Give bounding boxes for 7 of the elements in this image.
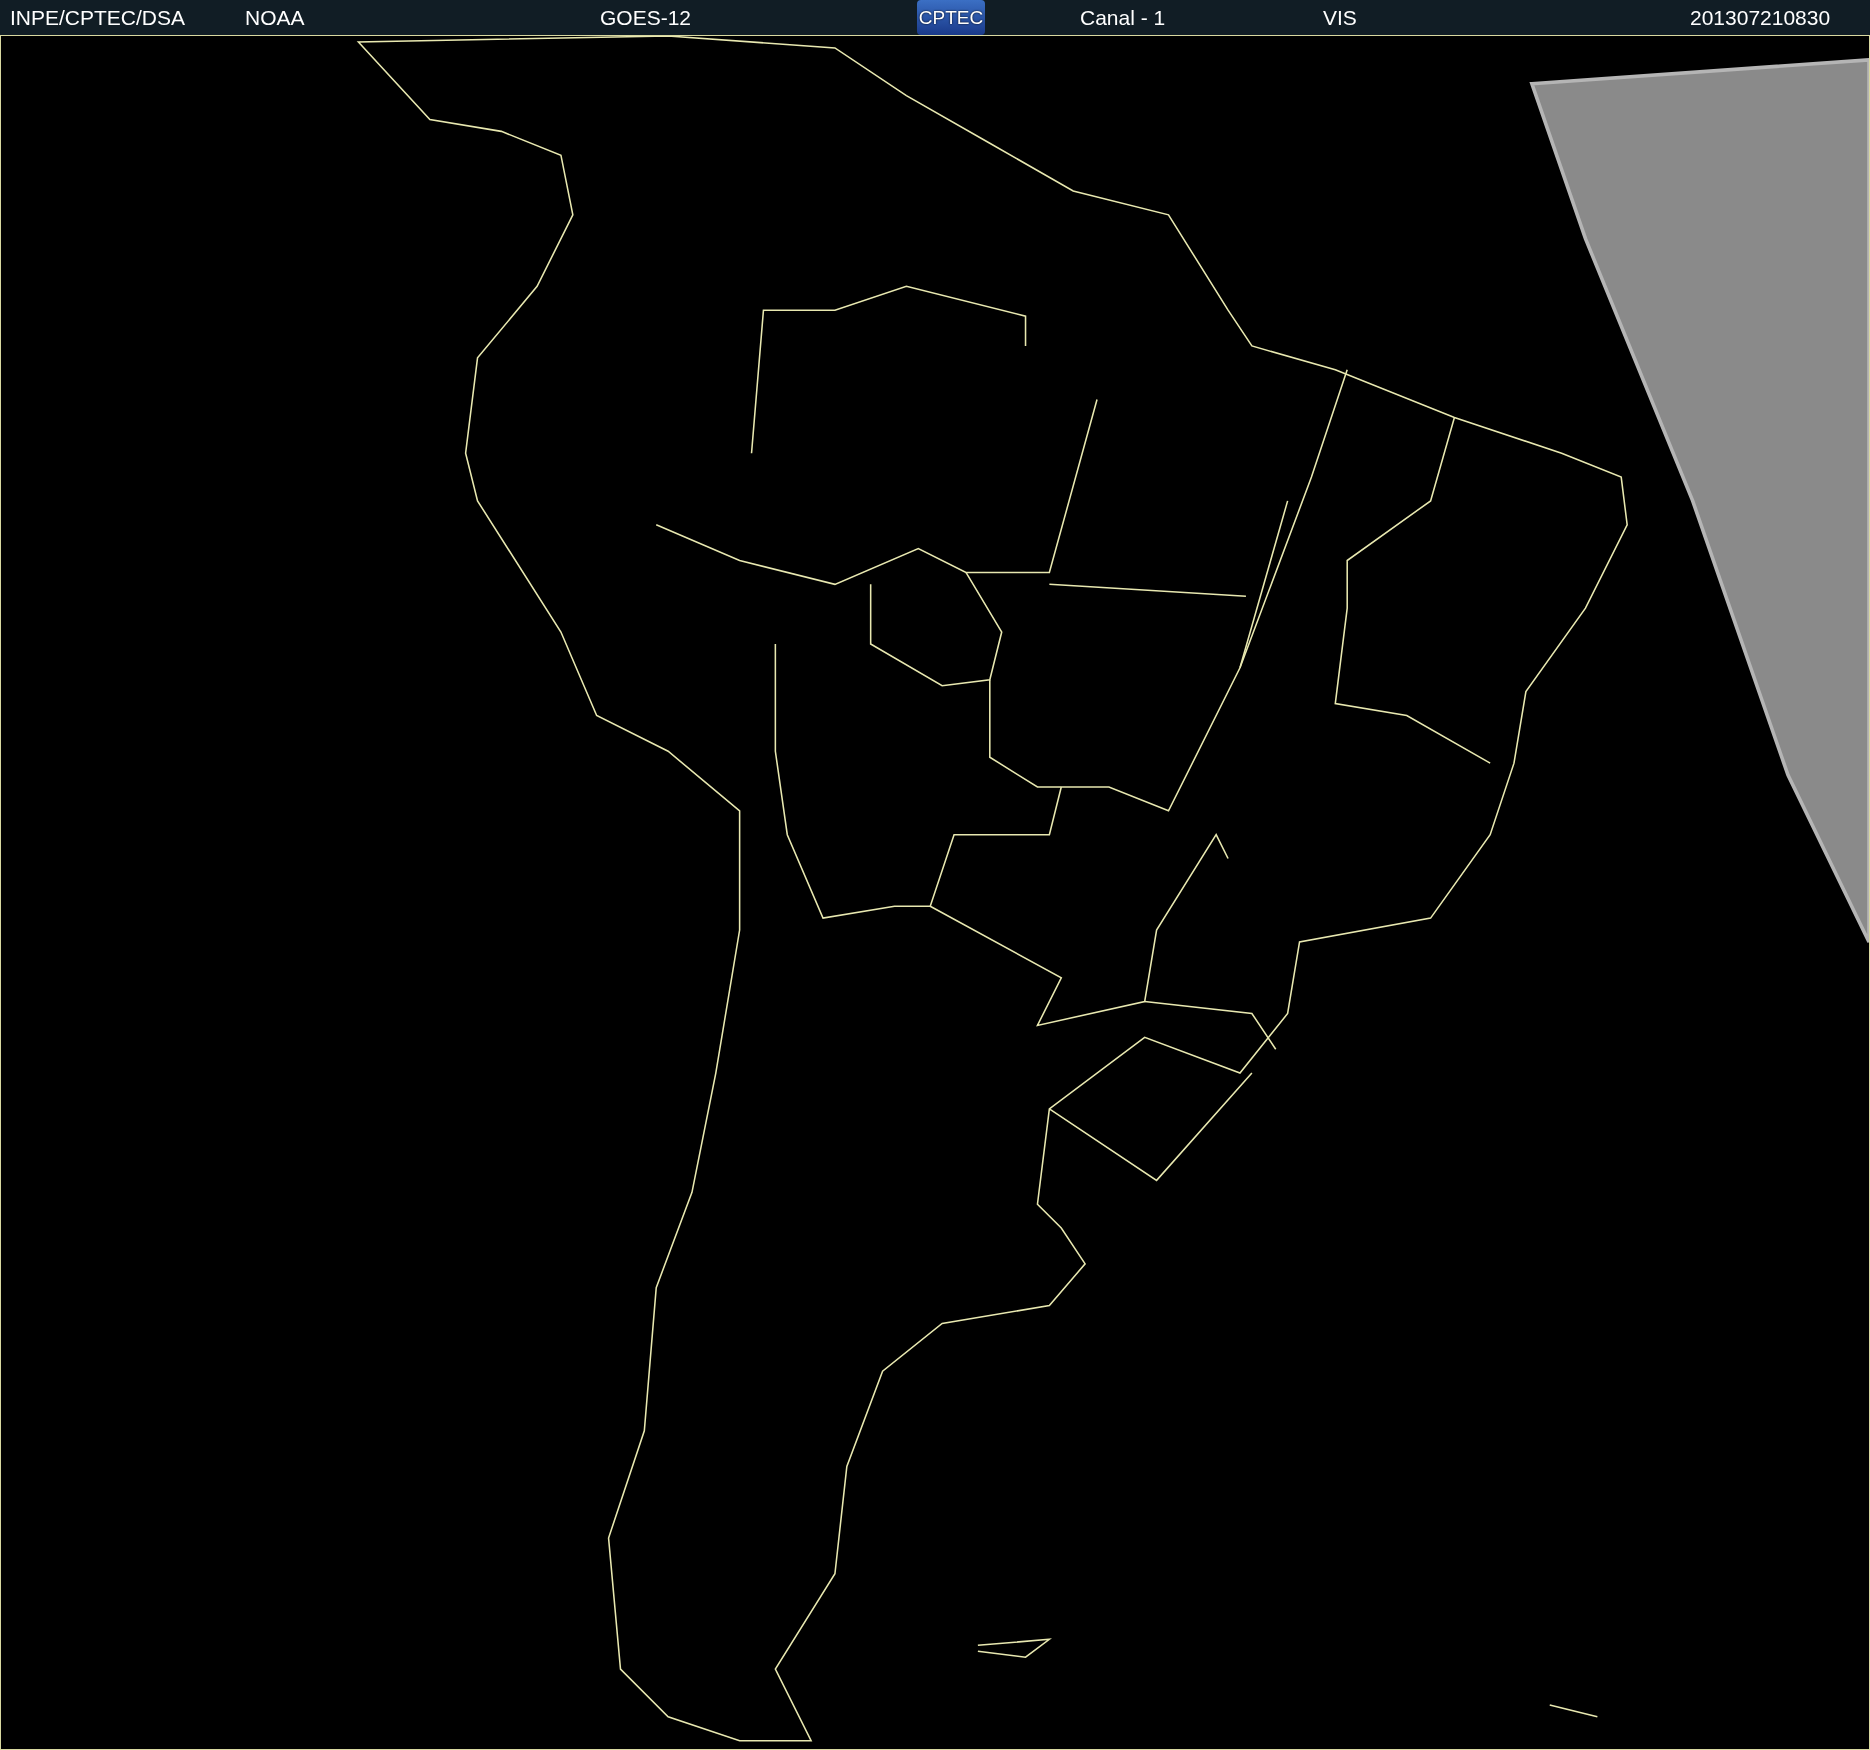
source-label: NOAA <box>245 5 305 31</box>
timestamp-label: 201307210830 <box>1690 5 1831 31</box>
satellite-label: GOES-12 <box>600 5 692 31</box>
band-label: VIS <box>1323 5 1357 31</box>
agency-label: INPE/CPTEC/DSA <box>10 5 186 31</box>
channel-label: Canal - 1 <box>1080 5 1166 31</box>
cptec-logo: CPTEC <box>917 0 985 35</box>
